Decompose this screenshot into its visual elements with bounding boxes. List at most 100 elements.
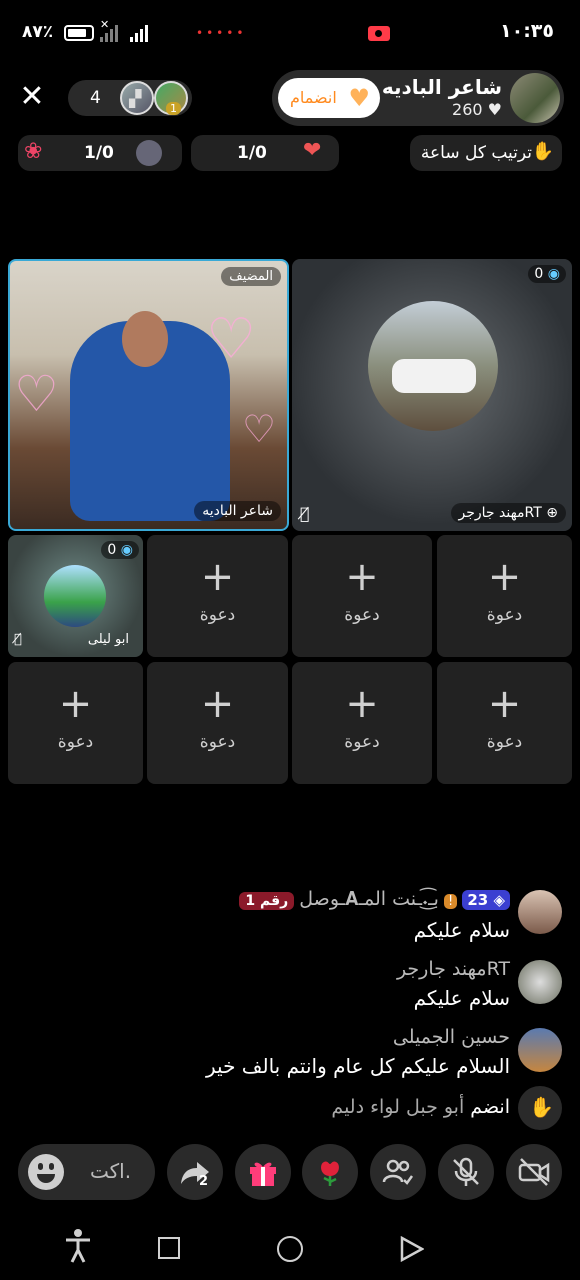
- recents-button[interactable]: [158, 1237, 180, 1259]
- emoji-icon[interactable]: [28, 1154, 64, 1190]
- mic-toggle-button[interactable]: [438, 1144, 494, 1200]
- share-button[interactable]: 2: [167, 1144, 223, 1200]
- home-button[interactable]: [277, 1236, 303, 1262]
- plus-icon: +: [345, 681, 379, 727]
- seat-guest-1-name: مهند جارجرRT ⊕: [450, 503, 566, 523]
- chat-list[interactable]: ◈ 23 ! بـ͜͡𝆺ـنت المـ𝐀ـوصل رقم 1 سلام علي…: [0, 880, 580, 1130]
- camera-off-icon: [518, 1158, 550, 1186]
- signal-icon: [130, 24, 152, 42]
- host-avatar[interactable]: [510, 73, 560, 123]
- contribution-pill-1[interactable]: ❀ 1/0: [18, 135, 182, 171]
- invite-label: دعوة: [199, 605, 236, 625]
- diamond-icon: ◉: [120, 542, 133, 558]
- viewers-pill[interactable]: 4 ▞ 1: [68, 80, 192, 116]
- heart-bubble-icon: ♡: [242, 407, 277, 451]
- hourly-ranking-pill[interactable]: ترتيب كل ساعة ✋: [410, 135, 562, 171]
- join-label: انضمام: [290, 88, 337, 107]
- viewer-rank-badge: 1: [166, 102, 181, 115]
- seat-invite[interactable]: + دعوة: [147, 662, 288, 784]
- battery-icon: [64, 25, 94, 41]
- seat-invite[interactable]: + دعوة: [147, 535, 288, 657]
- seat-invite[interactable]: + دعوة: [8, 662, 143, 784]
- viewer-avatar[interactable]: ▞: [120, 81, 154, 115]
- close-icon[interactable]: ✕: [16, 82, 48, 114]
- rank-badge: رقم 1: [239, 892, 295, 910]
- chat-message: سلام عليكم: [413, 986, 510, 1010]
- chair-icon: ▞: [129, 89, 142, 108]
- heart-plus-icon: ♥: [348, 84, 370, 112]
- seat-invite[interactable]: + دعوة: [292, 662, 432, 784]
- mic-off-icon: 🎙̸: [300, 504, 310, 523]
- rose-button[interactable]: [302, 1144, 358, 1200]
- guest-2-score: 0 ◉: [101, 541, 139, 559]
- chat-username: مهند جارجرRT: [396, 958, 510, 980]
- seat-guest-1[interactable]: 0 ◉ 🎙̸ مهند جارجرRT ⊕: [292, 259, 572, 531]
- host-likes: 260 ♥: [452, 100, 502, 119]
- seat-host[interactable]: ♡ ♡ ♡ المضيف شاعر الباديه: [8, 259, 289, 531]
- user-avatar: [136, 140, 162, 166]
- join-user: أبو جبل لواء دليم: [331, 1096, 465, 1118]
- comment-placeholder: اكت.: [90, 1159, 132, 1183]
- host-name: شاعر الباديه: [381, 75, 502, 99]
- camera-toggle-button[interactable]: [506, 1144, 562, 1200]
- back-button[interactable]: [400, 1235, 425, 1266]
- follow-plus-icon[interactable]: ⊕: [546, 505, 558, 521]
- seat-invite[interactable]: + دعوة: [437, 535, 572, 657]
- invite-label: دعوة: [344, 732, 380, 752]
- guest-1-avatar: [368, 301, 498, 431]
- wave-icon: ✋: [518, 1086, 562, 1130]
- join-notice: انضم أبو جبل لواء دليم: [331, 1096, 510, 1118]
- host-tag: المضيف: [221, 267, 281, 286]
- pill-1-value: 1/0: [84, 143, 114, 163]
- chat-username: حسين الجميلى: [392, 1026, 510, 1048]
- invite-label: دعوة: [486, 605, 523, 625]
- chat-avatar[interactable]: [518, 890, 562, 934]
- host-face: [122, 311, 168, 367]
- invite-label: دعوة: [486, 732, 523, 752]
- signal-off-icon: ✕: [100, 18, 122, 42]
- gift-icon: [250, 1162, 276, 1186]
- plus-icon: +: [200, 681, 235, 727]
- share-count: 2: [199, 1174, 209, 1189]
- accessibility-icon[interactable]: [64, 1228, 92, 1268]
- comment-input[interactable]: اكت.: [18, 1144, 155, 1200]
- heart-icon: ♥: [487, 100, 502, 119]
- chat-message: السلام عليكم كل عام وانتم بالف خير: [206, 1054, 510, 1078]
- mic-off-icon: 🎙̸: [14, 632, 22, 647]
- status-bar: ٨٧٪ ✕ ••••• ١٠:٣٥: [0, 0, 580, 64]
- indicator-dots-icon: •••••: [196, 26, 247, 40]
- seat-manage-button[interactable]: [370, 1144, 426, 1200]
- gift-button[interactable]: [235, 1144, 291, 1200]
- plus-icon: +: [487, 681, 522, 727]
- shield-badge-icon: !: [444, 894, 458, 909]
- host-profile-pill[interactable]: شاعر الباديه 260 ♥ انضمام ♥: [272, 70, 564, 126]
- plus-icon: +: [58, 681, 93, 727]
- chat-avatar[interactable]: [518, 1028, 562, 1072]
- invite-label: دعوة: [199, 732, 236, 752]
- heart-bubble-icon: ♡: [206, 307, 257, 372]
- invite-label: دعوة: [57, 732, 94, 752]
- car-image: [392, 359, 476, 393]
- viewer-avatar[interactable]: 1: [154, 81, 188, 115]
- plus-icon: +: [200, 554, 235, 600]
- level-badge: ◈ 23: [462, 890, 510, 910]
- guest-2-avatar: [44, 565, 106, 627]
- seat-guest-2-name: ابو ليلى: [87, 632, 129, 647]
- flame-icon: ✋: [531, 141, 554, 162]
- battery-percent: ٨٧٪: [22, 22, 54, 42]
- join-button[interactable]: انضمام ♥: [278, 78, 380, 118]
- seat-invite[interactable]: + دعوة: [292, 535, 432, 657]
- contribution-pill-2[interactable]: 1/0 ❤: [191, 135, 339, 171]
- join-prefix: انضم: [470, 1096, 510, 1118]
- plus-icon: +: [345, 554, 379, 600]
- heart-gift-icon: ❤: [303, 138, 322, 163]
- screen-record-icon: [368, 26, 390, 41]
- chat-avatar[interactable]: [518, 960, 562, 1004]
- chat-username: بـ͜͡𝆺ـنت المـ𝐀ـوصل: [299, 888, 439, 910]
- seat-invite[interactable]: + دعوة: [437, 662, 572, 784]
- diamond-icon: ◉: [547, 266, 560, 282]
- seat-guest-2[interactable]: 0 ◉ 🎙̸ ابو ليلى: [8, 535, 143, 657]
- chat-header: ◈ 23 ! بـ͜͡𝆺ـنت المـ𝐀ـوصل رقم 1: [239, 888, 510, 914]
- plus-icon: +: [487, 554, 522, 600]
- pill-2-value: 1/0: [237, 143, 267, 163]
